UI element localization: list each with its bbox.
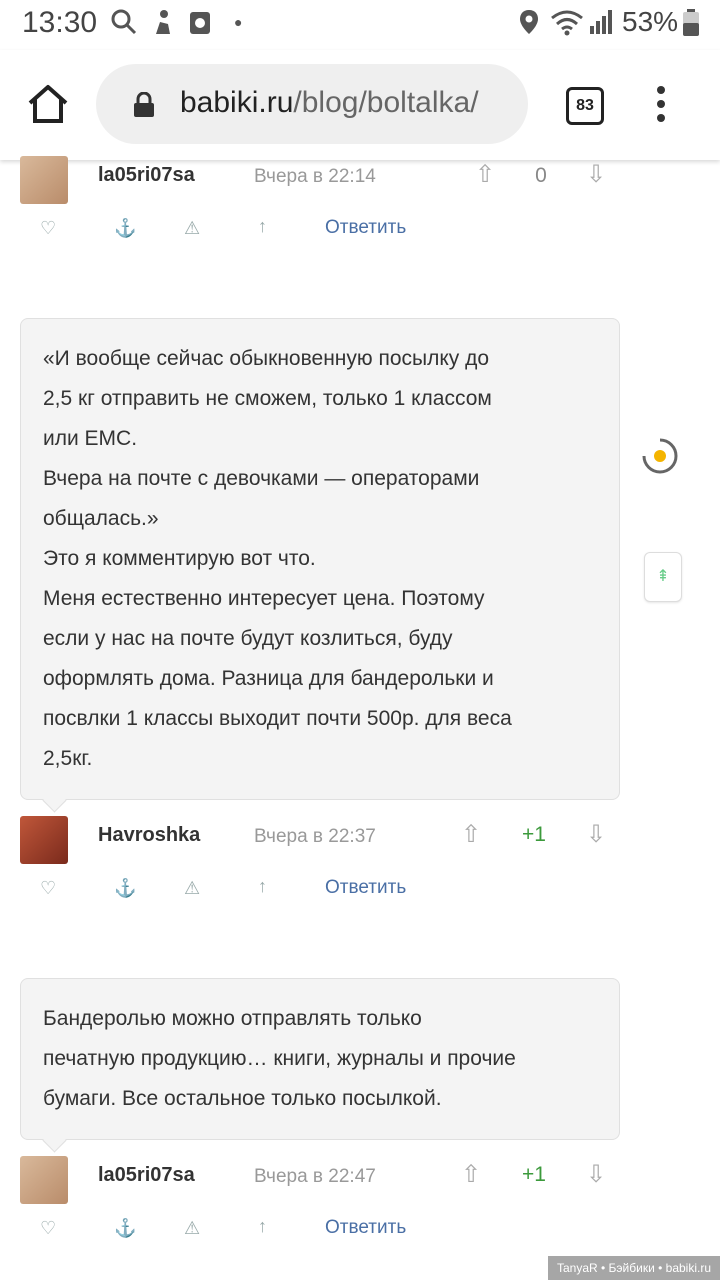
comment-text-line: если у нас на почте будут козлиться, буд… (43, 627, 453, 650)
upvote-icon[interactable]: ⇧ (475, 160, 495, 189)
fitness-icon (150, 8, 176, 43)
search-icon (110, 8, 138, 43)
downvote-icon[interactable]: ⇩ (586, 1160, 606, 1189)
reply-link[interactable]: Ответить (325, 217, 406, 239)
anchor-icon[interactable]: ⚓ (114, 218, 136, 239)
report-icon[interactable]: ⚠ (184, 218, 200, 239)
comment-text-line: 2,5кг. (43, 747, 93, 770)
comment-username[interactable]: la05ri07sa (98, 164, 195, 187)
comment-score: 0 (535, 164, 547, 187)
like-icon[interactable]: ♡ (40, 218, 56, 239)
comment-date: Вчера в 22:37 (254, 826, 376, 847)
downvote-icon[interactable]: ⇩ (586, 160, 606, 189)
battery-icon (682, 9, 700, 42)
comment-text-line: Это я комментирую вот что. (43, 547, 316, 570)
avatar[interactable] (20, 156, 68, 204)
like-icon[interactable]: ♡ (40, 878, 56, 899)
anchor-icon[interactable]: ⚓ (114, 1218, 136, 1239)
url-path: /blog/boltalka/ (293, 86, 479, 119)
reply-link[interactable]: Ответить (325, 1217, 406, 1239)
url-domain: babiki.ru (180, 86, 294, 119)
comment-text-line: или EMC. (43, 427, 138, 450)
comment-date: Вчера в 22:14 (254, 166, 376, 187)
anchor-icon[interactable]: ⚓ (114, 878, 136, 899)
reply-link[interactable]: Ответить (325, 877, 406, 899)
comment-text-line: «И вообще сейчас обыкновенную посылку до (43, 347, 490, 370)
comment-text-line: посвлки 1 классы выходит почти 500р. для… (43, 707, 512, 730)
overflow-menu-icon[interactable] (656, 86, 666, 126)
comment-text-line: 2,5 кг отправить не сможем, только 1 кла… (43, 387, 492, 410)
scroll-top-icon[interactable]: ⇞ (644, 552, 682, 602)
comment-bubble: Бандеролью можно отправлять только печат… (20, 978, 620, 1140)
watermark: TanyaR • Бэйбики • babiki.ru (548, 1256, 720, 1280)
up-arrow-icon[interactable]: ↑ (258, 876, 267, 897)
comment-text-line: Вчера на почте с девочками — операторами (43, 467, 480, 490)
home-icon[interactable] (26, 82, 70, 126)
comment-bubble: «И вообще сейчас обыкновенную посылку до… (20, 318, 620, 800)
comment-text-line: общалась.» (43, 507, 159, 530)
lock-icon (132, 91, 156, 117)
battery-percentage: 53% (622, 6, 679, 37)
like-icon[interactable]: ♡ (40, 1218, 56, 1239)
recorder-icon (188, 8, 212, 43)
wifi-icon (550, 8, 584, 43)
signal-icon (588, 8, 614, 43)
up-arrow-icon[interactable]: ↑ (258, 216, 267, 237)
loading-spinner-icon[interactable] (640, 436, 680, 481)
comment-date: Вчера в 22:47 (254, 1166, 376, 1187)
comment-username[interactable]: la05ri07sa (98, 1164, 195, 1187)
comment-text-line: Бандеролью можно отправлять только (43, 1007, 422, 1030)
upvote-icon[interactable]: ⇧ (461, 1160, 481, 1189)
comment-score: +1 (522, 1163, 546, 1186)
comment-text-line: оформлять дома. Разница для бандерольки … (43, 667, 494, 690)
report-icon[interactable]: ⚠ (184, 1218, 200, 1239)
url-text[interactable]: babiki.ru/blog/boltalka/ (180, 86, 510, 120)
status-time: 13:30 (22, 6, 98, 39)
dot-icon: ● (234, 14, 243, 30)
up-arrow-icon[interactable]: ↑ (258, 1216, 267, 1237)
upvote-icon[interactable]: ⇧ (461, 820, 481, 849)
downvote-icon[interactable]: ⇩ (586, 820, 606, 849)
comment-username[interactable]: Havroshka (98, 824, 200, 847)
report-icon[interactable]: ⚠ (184, 878, 200, 899)
location-icon (518, 8, 540, 43)
avatar[interactable] (20, 1156, 68, 1204)
comment-score: +1 (522, 823, 546, 846)
comment-text-line: бумаги. Все остальное только посылкой. (43, 1087, 442, 1110)
comment-text-line: печатную продукцию… книги, журналы и про… (43, 1047, 516, 1070)
avatar[interactable] (20, 816, 68, 864)
tab-switcher-button[interactable]: 83 (566, 87, 604, 125)
comment-text-line: Меня естественно интересует цена. Поэтом… (43, 587, 485, 610)
